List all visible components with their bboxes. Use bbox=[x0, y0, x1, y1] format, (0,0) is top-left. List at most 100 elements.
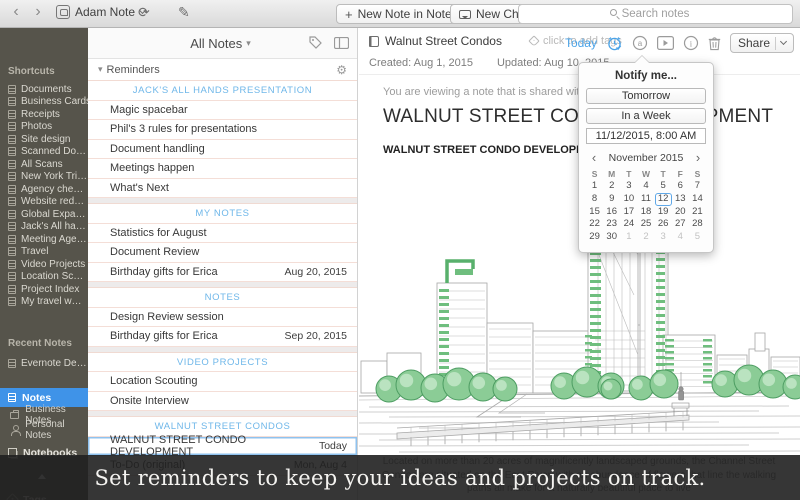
note-group-header[interactable]: NOTES bbox=[88, 288, 357, 308]
sidebar-shortcut-item[interactable]: Agency che… bbox=[0, 183, 88, 196]
note-group-header[interactable]: JACK'S ALL HANDS PRESENTATION bbox=[88, 81, 357, 101]
sidebar-shortcut-item[interactable]: Receipts bbox=[0, 108, 88, 121]
calendar-day[interactable]: 1 bbox=[620, 231, 637, 244]
reminders-section-toggle[interactable]: ▾ Reminders ⚙ bbox=[88, 59, 357, 81]
calendar-day[interactable]: 16 bbox=[603, 206, 620, 219]
calendar-day[interactable]: 27 bbox=[672, 218, 689, 231]
sidebar-shortcut-item[interactable]: Video Projects bbox=[0, 258, 88, 271]
reminder-alarm-icon[interactable] bbox=[606, 35, 623, 52]
sync-icon[interactable]: ⟳ bbox=[138, 4, 150, 21]
in-a-week-button[interactable]: In a Week bbox=[586, 108, 706, 124]
note-group-header[interactable]: VIDEO PROJECTS bbox=[88, 353, 357, 373]
note-list-item[interactable]: Onsite Interview bbox=[88, 392, 357, 412]
calendar-day[interactable]: 24 bbox=[620, 218, 637, 231]
note-list-item[interactable]: Document Review bbox=[88, 243, 357, 263]
note-list-item[interactable]: Meetings happen bbox=[88, 159, 357, 179]
datetime-field[interactable]: 11/12/2015, 8:00 AM bbox=[586, 128, 706, 144]
note-list-item[interactable]: What's Next bbox=[88, 179, 357, 199]
sidebar-item-personal-notes[interactable]: Personal Notes bbox=[0, 422, 88, 437]
gear-icon[interactable]: ⚙ bbox=[336, 63, 347, 77]
calendar-day[interactable]: 25 bbox=[637, 218, 654, 231]
info-icon[interactable]: i bbox=[683, 35, 699, 51]
note-list-item[interactable]: Document handling bbox=[88, 140, 357, 160]
presentation-icon[interactable] bbox=[657, 36, 674, 50]
sidebar-shortcut-item[interactable]: Scanned Do… bbox=[0, 146, 88, 159]
note-list-item[interactable]: Birthday gifts for EricaAug 20, 2015 bbox=[88, 263, 357, 283]
calendar-day[interactable]: 15 bbox=[586, 206, 603, 219]
search-field[interactable] bbox=[518, 4, 793, 24]
calendar-day[interactable]: 1 bbox=[586, 180, 603, 193]
tag-icon[interactable] bbox=[309, 36, 322, 49]
sidebar-shortcut-item[interactable]: Website red… bbox=[0, 196, 88, 209]
calendar-day[interactable]: 20 bbox=[672, 206, 689, 219]
note-list-item[interactable]: Birthday gifts for EricaSep 20, 2015 bbox=[88, 327, 357, 347]
calendar-day[interactable]: 4 bbox=[637, 180, 654, 193]
calendar-day[interactable]: 2 bbox=[603, 180, 620, 193]
calendar-day[interactable]: 18 bbox=[637, 206, 654, 219]
calendar-day[interactable]: 5 bbox=[689, 231, 706, 244]
calendar-day[interactable]: 4 bbox=[672, 231, 689, 244]
calendar-day[interactable]: 29 bbox=[586, 231, 603, 244]
search-input[interactable] bbox=[518, 4, 793, 24]
calendar-day[interactable]: 9 bbox=[603, 193, 620, 206]
trash-icon[interactable] bbox=[708, 36, 721, 51]
calendar-day[interactable]: 10 bbox=[620, 193, 637, 206]
calendar-day[interactable]: 11 bbox=[637, 193, 654, 206]
sidebar-shortcut-item[interactable]: All Scans bbox=[0, 158, 88, 171]
calendar-day[interactable]: 23 bbox=[603, 218, 620, 231]
share-button[interactable]: Share bbox=[730, 33, 794, 53]
sidebar-recent-item[interactable]: Evernote De… bbox=[0, 357, 88, 370]
calendar-day[interactable]: 26 bbox=[655, 218, 672, 231]
calendar-day[interactable]: 13 bbox=[672, 193, 689, 206]
note-list-item[interactable]: WALNUT STREET CONDO DEVELOPMENTToday bbox=[88, 437, 357, 457]
created-date: Created: Aug 1, 2015 bbox=[369, 57, 473, 69]
calendar-day[interactable]: 14 bbox=[689, 193, 706, 206]
calendar-day[interactable]: 2 bbox=[637, 231, 654, 244]
card-view-icon[interactable] bbox=[334, 37, 349, 49]
calendar-day[interactable]: 6 bbox=[672, 180, 689, 193]
back-button[interactable]: ‹ bbox=[8, 3, 24, 21]
note-list-header[interactable]: All Notes ▾ bbox=[88, 28, 357, 59]
calendar-day[interactable]: 5 bbox=[655, 180, 672, 193]
sidebar-shortcut-item[interactable]: Meeting Age… bbox=[0, 233, 88, 246]
note-group-header[interactable]: MY NOTES bbox=[88, 204, 357, 224]
calendar-day[interactable]: 12 bbox=[655, 193, 672, 206]
note-list-item[interactable]: Magic spacebar bbox=[88, 101, 357, 121]
calendar-day[interactable]: 19 bbox=[655, 206, 672, 219]
calendar-prev-button[interactable]: ‹ bbox=[586, 150, 602, 165]
sidebar-shortcut-item[interactable]: Travel bbox=[0, 246, 88, 259]
sidebar-shortcut-item[interactable]: Global Expa… bbox=[0, 208, 88, 221]
note-list-item[interactable]: Phil's 3 rules for presentations bbox=[88, 120, 357, 140]
note-list-item[interactable]: Statistics for August bbox=[88, 224, 357, 244]
note-list-item[interactable]: Design Review session bbox=[88, 308, 357, 328]
sidebar-shortcut-item[interactable]: New York Tri… bbox=[0, 171, 88, 184]
compose-icon[interactable]: ✎ bbox=[178, 4, 190, 21]
shortcuts-header: Shortcuts bbox=[0, 66, 88, 77]
sidebar-shortcut-item[interactable]: Project Index bbox=[0, 283, 88, 296]
forward-button[interactable]: › bbox=[30, 3, 46, 21]
note-list-item[interactable]: Location Scouting bbox=[88, 372, 357, 392]
sidebar-shortcut-item[interactable]: Photos bbox=[0, 121, 88, 134]
sidebar-shortcut-item[interactable]: Jack's All ha… bbox=[0, 221, 88, 234]
calendar-day[interactable]: 7 bbox=[689, 180, 706, 193]
tomorrow-button[interactable]: Tomorrow bbox=[586, 88, 706, 104]
sidebar-shortcut-item[interactable]: Documents bbox=[0, 83, 88, 96]
account-menu[interactable]: Adam Note bbox=[56, 5, 145, 19]
calendar-day[interactable]: 21 bbox=[689, 206, 706, 219]
sidebar-shortcut-item[interactable]: My travel w… bbox=[0, 296, 88, 309]
annotate-icon[interactable]: a bbox=[632, 35, 648, 51]
calendar-next-button[interactable]: › bbox=[690, 150, 706, 165]
sidebar-shortcut-item[interactable]: Location Sc… bbox=[0, 271, 88, 284]
notebook-name[interactable]: Walnut Street Condos bbox=[385, 34, 502, 48]
sidebar-shortcut-item[interactable]: Business Cards bbox=[0, 96, 88, 109]
calendar-day[interactable]: 8 bbox=[586, 193, 603, 206]
calendar-day[interactable]: 17 bbox=[620, 206, 637, 219]
reminder-date-label[interactable]: Today bbox=[565, 36, 597, 50]
calendar-day[interactable]: 30 bbox=[603, 231, 620, 244]
calendar-day[interactable]: 22 bbox=[586, 218, 603, 231]
sidebar-shortcut-item[interactable]: Site design bbox=[0, 133, 88, 146]
calendar-day[interactable]: 3 bbox=[620, 180, 637, 193]
calendar-day[interactable]: 28 bbox=[689, 218, 706, 231]
calendar-day[interactable]: 3 bbox=[655, 231, 672, 244]
shortcut-label: Documents bbox=[21, 84, 72, 95]
